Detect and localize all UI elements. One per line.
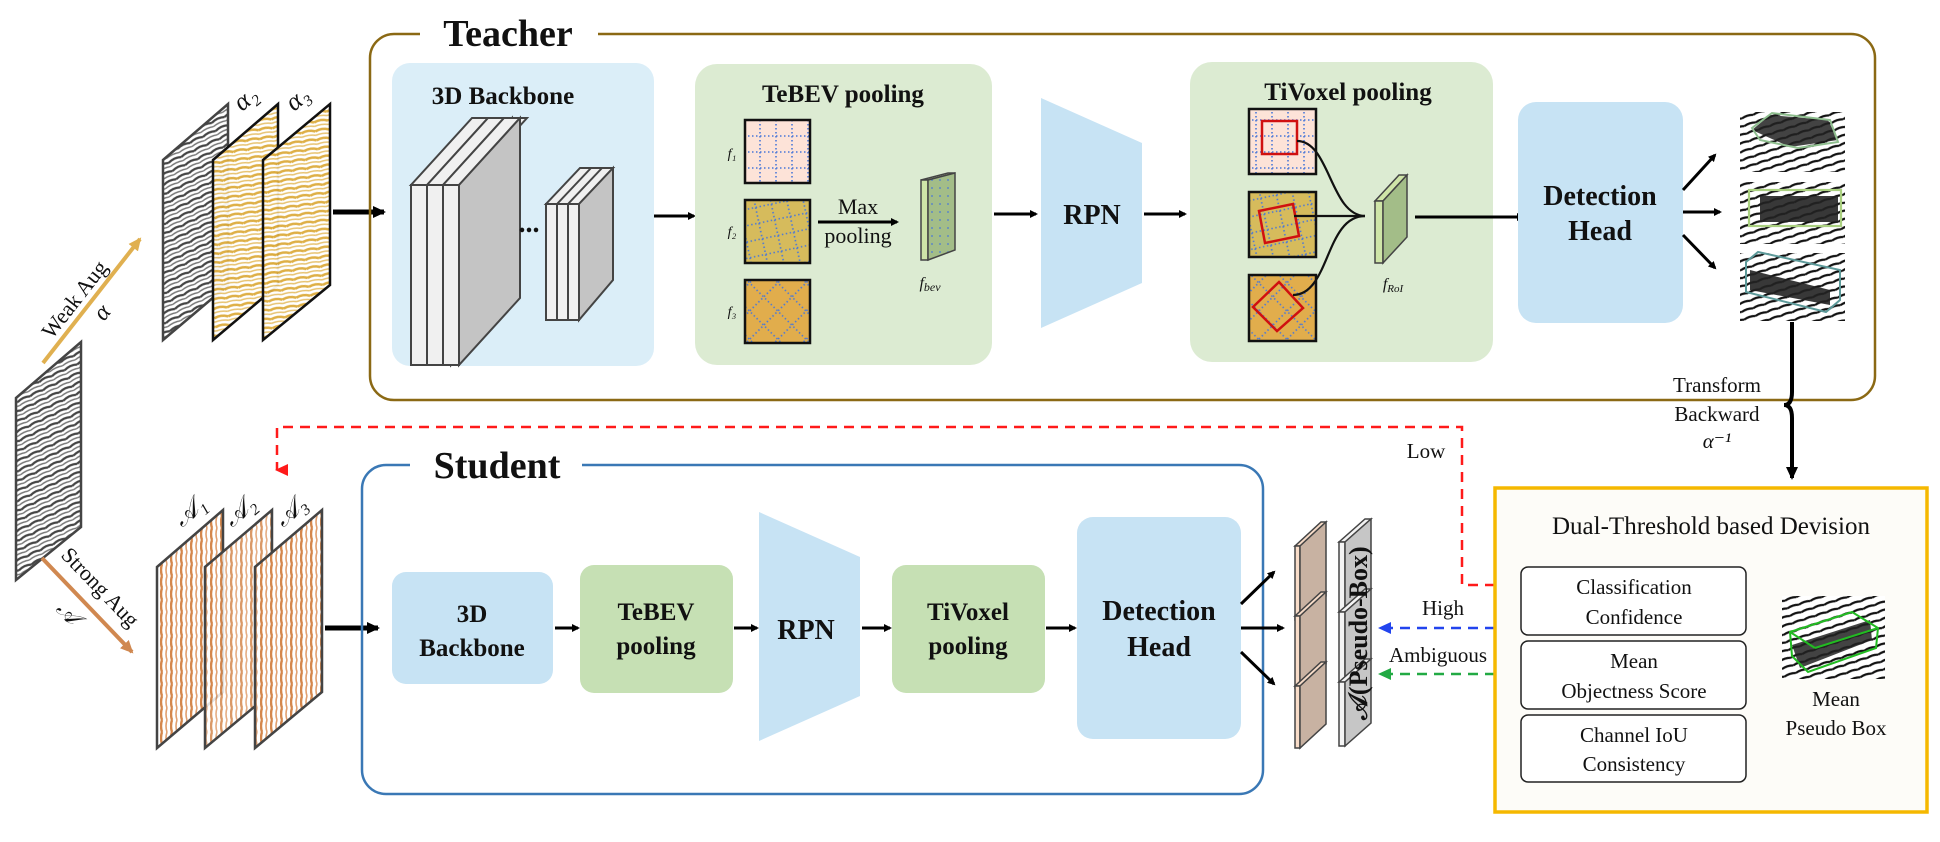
student-detection-head-label-1: Detection	[1102, 596, 1216, 627]
teacher-view-label-3: α₃	[279, 80, 315, 117]
feature-map-f2	[743, 198, 812, 265]
student-backbone-label-2: Backbone	[419, 635, 525, 662]
student-tebev-label-2: pooling	[616, 633, 696, 660]
mean-pseudo-box-label-2: Pseudo Box	[1786, 716, 1887, 740]
framework-diagram: Weak Aug α Strong Aug 𝒜 α₂ α₃ 𝒜₁ 𝒜₂ 𝒜₃ T…	[14, 13, 1929, 814]
roi-map-2	[1247, 190, 1318, 259]
teacher-predicted-boxes	[1740, 111, 1845, 321]
ambiguous-label: Ambiguous	[1389, 643, 1487, 667]
teacher-augmented-views	[161, 101, 332, 343]
feature-label-f3: f₃	[728, 305, 737, 320]
fbev-feature-slab	[920, 172, 956, 262]
feature-label-f2: f₂	[728, 225, 737, 240]
teacher-detection-head-label-2: Head	[1568, 216, 1632, 247]
high-label: High	[1422, 596, 1465, 620]
teacher-title: Teacher	[443, 13, 573, 55]
mean-pseudo-box-label-1: Mean	[1812, 687, 1860, 711]
backbone-ellipsis: ...	[519, 208, 540, 239]
teacher-output-arrows	[1681, 153, 1722, 270]
student-title: Student	[434, 445, 561, 487]
max-pooling-label-1: Max	[838, 194, 878, 219]
criterion-1-line-1: Classification	[1576, 575, 1692, 599]
transform-symbol: α⁻¹	[1703, 429, 1731, 453]
low-label: Low	[1407, 439, 1446, 463]
criterion-2-line-1: Mean	[1610, 649, 1658, 673]
teacher-view-label-2: α₂	[227, 80, 263, 117]
criterion-3-line-1: Channel IoU	[1580, 723, 1688, 747]
teacher-rpn-label: RPN	[1063, 200, 1121, 231]
decision-title: Dual-Threshold based Devision	[1552, 513, 1870, 540]
criterion-2-line-2: Objectness Score	[1561, 679, 1706, 703]
student-tebev-label-1: TeBEV	[618, 599, 695, 626]
roi-map-1	[1247, 107, 1318, 176]
student-tebev-block	[580, 565, 733, 693]
transform-label-2: Backward	[1674, 402, 1760, 426]
weak-aug-symbol: α	[88, 299, 116, 325]
teacher-tivoxel-block	[1190, 62, 1525, 362]
max-pooling-label-2: pooling	[824, 223, 891, 248]
teacher-tivoxel-title: TiVoxel pooling	[1264, 79, 1432, 106]
criterion-3-line-2: Consistency	[1583, 752, 1686, 776]
pseudo-box-label: 𝒜(Pseudo-Box)	[1344, 546, 1373, 720]
student-backbone-block	[392, 572, 553, 684]
feature-map-f3	[743, 278, 812, 345]
transform-label-1: Transform	[1673, 373, 1761, 397]
student-augmented-views	[155, 507, 324, 751]
feature-label-f1: f₁	[728, 147, 737, 162]
teacher-detection-head-label-1: Detection	[1543, 181, 1657, 212]
criterion-1-line-2: Confidence	[1586, 605, 1683, 629]
student-tivoxel-label-1: TiVoxel	[927, 599, 1009, 626]
weak-aug-label: Weak Aug	[36, 255, 112, 343]
student-rpn-label: RPN	[777, 615, 835, 646]
teacher-detection-head-block	[1518, 102, 1683, 323]
student-detection-head-label-2: Head	[1127, 632, 1191, 663]
student-detection-head-block	[1077, 517, 1241, 739]
student-backbone-label-1: 3D	[457, 601, 488, 628]
student-tivoxel-block	[892, 565, 1045, 693]
feature-map-f1	[743, 118, 812, 185]
teacher-tebev-title: TeBEV pooling	[762, 81, 924, 108]
student-prediction-slabs	[1293, 520, 1328, 750]
student-tivoxel-label-2: pooling	[928, 633, 1008, 660]
teacher-backbone-title: 3D Backbone	[432, 83, 574, 110]
mean-pseudo-box-image	[1782, 596, 1885, 679]
